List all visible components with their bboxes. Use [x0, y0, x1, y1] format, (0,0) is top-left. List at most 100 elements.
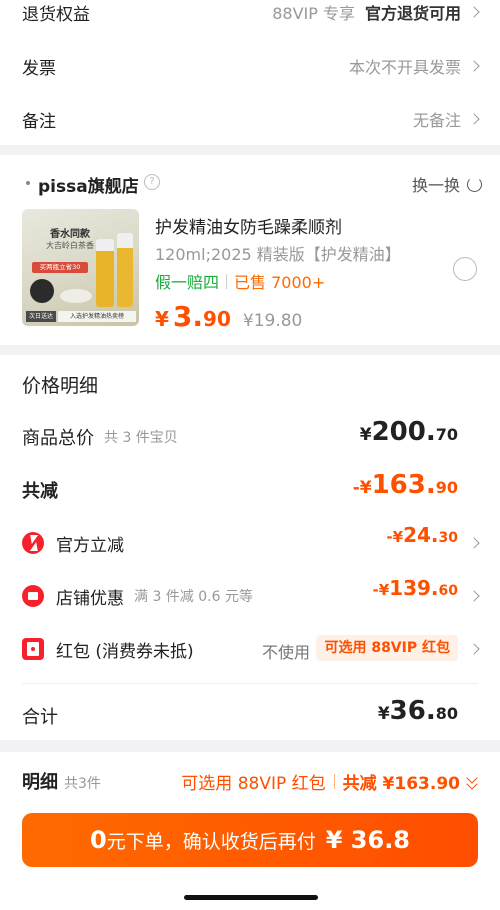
product-price: ¥ 3. 90 ¥19.80 [155, 300, 302, 333]
product-title[interactable]: 护发精油女防毛躁柔顺剂 [155, 213, 342, 238]
image-subline: 大吉岭白茶香 [46, 241, 94, 250]
amount-integer: 200. [371, 417, 436, 447]
guarantee-tag: 假一赔四 [155, 273, 220, 292]
currency-symbol: -¥ [386, 528, 404, 546]
redpack-label: 红包 (消费券未抵) [56, 641, 194, 662]
store-icon [22, 585, 44, 607]
grand-total-row: 合计 ¥ 36. 80 [0, 696, 500, 736]
select-radio[interactable] [453, 257, 477, 281]
redpack-unused: 不使用 [261, 643, 310, 662]
detail-label: 明细 [22, 772, 58, 793]
tag-divider [226, 273, 228, 289]
official-discount-amount: -¥ 24. 30 [386, 523, 458, 563]
flower-decoration [60, 289, 92, 303]
grand-total-amount: ¥ 36. 80 [378, 696, 458, 736]
image-headline: 香水同款 [50, 229, 90, 240]
amount-decimal: 30 [438, 530, 458, 546]
amount-decimal: 60 [438, 583, 458, 599]
image-tag-delivery: 次日送达 [26, 311, 56, 322]
amount-integer: 139. [389, 576, 439, 600]
detail-toggle[interactable]: 明细 共3件 [22, 768, 101, 794]
cta-prefix: 0 [89, 826, 107, 854]
chevron-right-icon [468, 590, 480, 602]
official-discount-row[interactable]: 官方立减 -¥ 24. 30 [0, 523, 500, 563]
price-integer: 3. [172, 300, 204, 333]
price-decimal: 90 [203, 307, 231, 331]
store-discount-rule: 满 3 件减 0.6 元等 [134, 589, 253, 605]
store-discount-row[interactable]: 店铺优惠 满 3 件减 0.6 元等 -¥ 139. 60 [0, 576, 500, 616]
return-rights-label: 退货权益 [22, 4, 90, 25]
product-spec[interactable]: 120ml;2025 精装版【护发精油】 [155, 241, 401, 265]
reduce-summary: 共减 ¥163.90 [342, 774, 460, 794]
lightning-icon [22, 532, 44, 554]
product-tags: 假一赔四 已售 7000+ [155, 269, 325, 293]
image-tag-ranking: 入选护发精油热卖榜 [58, 311, 136, 322]
double-chevron-down-icon [466, 771, 478, 790]
return-rights-row[interactable]: 退货权益 88VIP 专享 官方退货可用 [0, 0, 500, 38]
swap-label: 换一换 [411, 176, 460, 195]
goods-total-label: 商品总价 [22, 428, 94, 449]
price-symbol: ¥ [155, 307, 169, 331]
grand-total-label: 合计 [22, 707, 58, 728]
chevron-right-icon [468, 60, 480, 72]
goods-total-amount: ¥ 200. 70 [360, 417, 458, 457]
image-badge: 买两瓶立省30 [32, 262, 88, 273]
redpack-hint: 可选用 88VIP 红包 [181, 774, 326, 794]
shop-name[interactable]: pissa旗舰店 [38, 172, 139, 197]
sold-count-tag: 已售 7000+ [234, 273, 326, 292]
store-discount-label: 店铺优惠 [56, 588, 124, 609]
cta-text: 元下单，确认收货后再付 [106, 830, 322, 853]
home-indicator [184, 895, 318, 900]
chevron-right-icon [468, 537, 480, 549]
red-packet-icon [22, 638, 44, 660]
order-options-card: 退货权益 88VIP 专享 官方退货可用 发票 本次不开具发票 备注 无备注 [0, 0, 500, 145]
currency-symbol: ¥ [359, 425, 372, 445]
original-price: ¥19.80 [242, 311, 303, 331]
return-rights-value: 官方退货可用 [364, 4, 461, 23]
goods-count: 共 3 件宝贝 [104, 430, 178, 446]
remark-row[interactable]: 备注 无备注 [0, 93, 500, 145]
currency-symbol: -¥ [352, 478, 372, 498]
goods-total-row: 商品总价 共 3 件宝贝 ¥ 200. 70 [0, 417, 500, 457]
oil-bottle-icon [117, 233, 133, 307]
section-divider [22, 683, 478, 684]
reduction-summary[interactable]: 可选用 88VIP 红包 共减 ¥163.90 [181, 769, 478, 794]
total-reduction-amount: -¥ 163. 90 [353, 470, 458, 510]
amount-integer: 24. [403, 523, 439, 547]
chevron-right-icon [468, 113, 480, 125]
award-seal-icon [30, 279, 54, 303]
invoice-value: 本次不开具发票 [348, 58, 461, 77]
total-reduction-label: 共减 [22, 481, 58, 502]
checkout-bar: 明细 共3件 可选用 88VIP 红包 共减 ¥163.90 0 元下单，确认收… [0, 752, 500, 910]
official-discount-label: 官方立减 [56, 535, 124, 556]
chevron-right-icon [468, 6, 480, 18]
currency-symbol: ¥ [377, 704, 390, 724]
total-reduction-row: 共减 -¥ 163. 90 [0, 470, 500, 510]
summary-divider [333, 774, 335, 789]
invoice-label: 发票 [22, 58, 56, 79]
place-order-button[interactable]: 0 元下单，确认收货后再付 ¥ 36.8 [22, 813, 478, 867]
amount-decimal: 80 [435, 704, 458, 723]
price-detail-title: 价格明细 [22, 375, 99, 397]
amount-decimal: 90 [435, 478, 458, 497]
invoice-row[interactable]: 发票 本次不开具发票 [0, 40, 500, 92]
detail-count: 共3件 [64, 776, 101, 792]
product-image[interactable]: 香水同款 大吉岭白茶香 买两瓶立省30 次日送达 入选护发精油热卖榜 [22, 209, 139, 326]
remark-label: 备注 [22, 111, 56, 132]
88vip-exclusive-text: 88VIP 专享 [272, 4, 355, 23]
refresh-icon [467, 176, 482, 192]
shop-bullet [26, 181, 30, 185]
help-icon[interactable]: ? [144, 174, 160, 190]
remark-value: 无备注 [412, 111, 461, 130]
chevron-right-icon [468, 643, 480, 655]
redpack-row[interactable]: 红包 (消费券未抵) 不使用 可选用 88VIP 红包 [0, 629, 500, 669]
amount-integer: 163. [371, 470, 436, 500]
cta-amount: ¥ 36.8 [325, 826, 411, 854]
swap-button[interactable]: 换一换 [412, 172, 482, 196]
amount-decimal: 70 [435, 425, 458, 444]
redpack-88vip-pill[interactable]: 可选用 88VIP 红包 [316, 635, 458, 661]
store-discount-amount: -¥ 139. 60 [372, 576, 458, 616]
currency-symbol: -¥ [372, 581, 390, 599]
amount-integer: 36. [389, 696, 436, 726]
oil-bottle-icon [96, 239, 114, 307]
